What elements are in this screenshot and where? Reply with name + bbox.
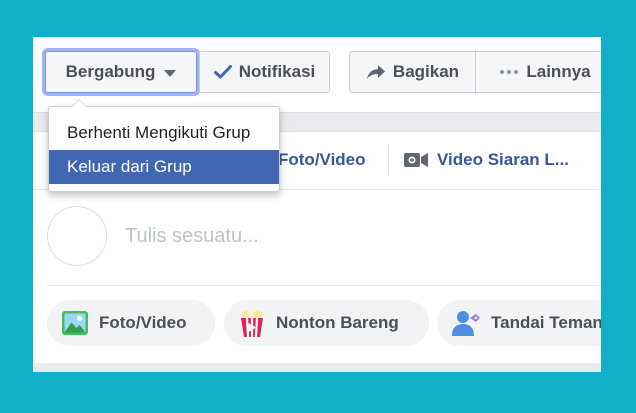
photo-video-label: Foto/Video bbox=[99, 313, 187, 332]
tab-live-video-label: Video Siaran L... bbox=[437, 150, 569, 169]
notifications-label: Notifikasi bbox=[238, 62, 316, 81]
share-button[interactable]: Bagikan bbox=[349, 51, 475, 93]
join-dropdown-menu: Berhenti Mengikuti Grup Keluar dari Grup bbox=[48, 99, 280, 192]
menu-item-label: Keluar dari Grup bbox=[67, 157, 192, 176]
tab-photo-video-label: Foto/Video bbox=[278, 150, 366, 169]
tag-friends-label: Tandai Teman bbox=[491, 313, 601, 332]
join-label: Bergabung bbox=[65, 62, 156, 81]
menu-item-label: Berhenti Mengikuti Grup bbox=[67, 123, 251, 142]
photo-icon bbox=[61, 310, 89, 336]
composer-divider bbox=[47, 285, 601, 286]
share-label: Bagikan bbox=[392, 62, 460, 81]
tab-live-video[interactable]: Video Siaran L... bbox=[403, 150, 569, 170]
more-button[interactable]: Lainnya bbox=[475, 51, 601, 93]
group-action-bar: Bergabung Notifikasi Bagikan Lainnya bbox=[33, 37, 601, 113]
more-label: Lainnya bbox=[526, 62, 591, 81]
tag-friend-icon bbox=[451, 309, 481, 337]
notifications-button[interactable]: Notifikasi bbox=[199, 51, 330, 93]
avatar bbox=[47, 206, 107, 266]
ellipsis-icon bbox=[499, 69, 519, 75]
watch-party-label: Nonton Bareng bbox=[276, 313, 399, 332]
tab-divider bbox=[388, 146, 389, 174]
share-arrow-icon bbox=[366, 64, 386, 80]
page-background-strip bbox=[33, 363, 601, 372]
popcorn-icon bbox=[238, 308, 266, 338]
video-camera-icon bbox=[403, 151, 429, 169]
post-input[interactable]: Tulis sesuatu... bbox=[125, 225, 259, 248]
tab-photo-video[interactable]: Foto/Video bbox=[278, 150, 366, 170]
watch-party-button[interactable]: Nonton Bareng bbox=[224, 300, 429, 346]
photo-video-button[interactable]: Foto/Video bbox=[47, 300, 215, 346]
caret-down-icon bbox=[164, 69, 177, 77]
join-button[interactable]: Bergabung bbox=[42, 48, 200, 96]
menu-item-leave-group[interactable]: Keluar dari Grup bbox=[49, 150, 279, 184]
group-page: Bergabung Notifikasi Bagikan Lainnya Fot… bbox=[33, 37, 601, 372]
menu-item-unfollow-group[interactable]: Berhenti Mengikuti Grup bbox=[49, 116, 279, 150]
tag-friends-button[interactable]: Tandai Teman bbox=[437, 300, 601, 346]
checkmark-icon bbox=[213, 65, 232, 79]
